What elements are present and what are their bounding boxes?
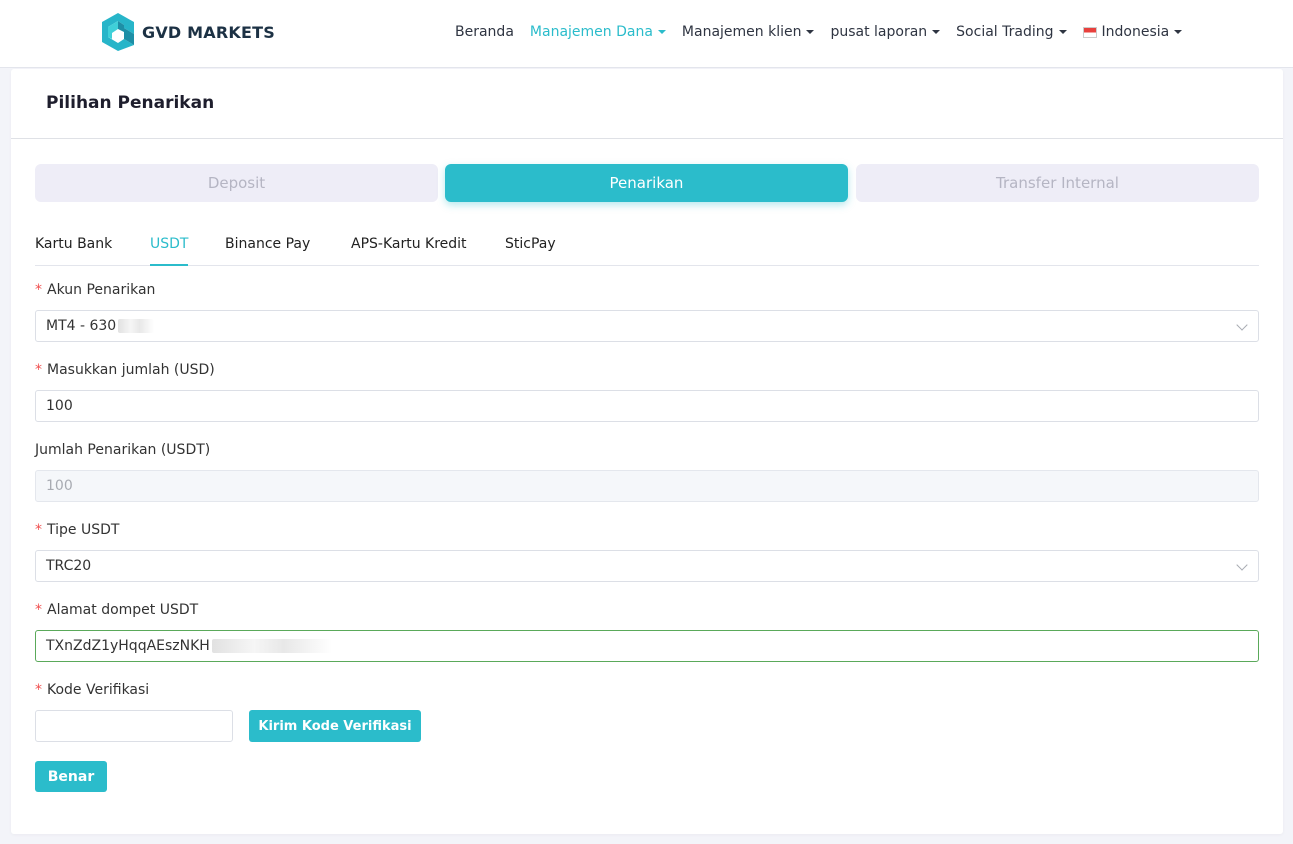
chevron-down-icon (1236, 319, 1248, 331)
amount-label: * Masukkan jumlah (USD) (35, 362, 215, 378)
language-selector[interactable]: Indonesia (1082, 24, 1183, 40)
usdt-type-label: * Tipe USDT (35, 522, 119, 538)
wallet-address-input[interactable]: TXnZdZ1yHqqAEszNKH (35, 630, 1259, 662)
card-divider (11, 138, 1283, 139)
account-label-text: Akun Penarikan (47, 282, 156, 298)
account-select-value: MT4 - 630 (46, 318, 117, 334)
withdraw-amount-label: Jumlah Penarikan (USDT) (35, 442, 211, 458)
verification-code-input[interactable] (35, 710, 233, 742)
nav-label: pusat laporan (830, 24, 928, 40)
brand-name: GVD MARKETS (142, 22, 275, 42)
caret-down-icon (1174, 30, 1183, 34)
nav-label: Beranda (455, 24, 514, 40)
account-select[interactable]: MT4 - 630 (35, 310, 1259, 342)
send-verification-code-button[interactable]: Kirim Kode Verifikasi (249, 710, 421, 742)
redacted-mask (118, 319, 155, 333)
required-marker: * (35, 682, 42, 698)
amount-label-text: Masukkan jumlah (USD) (47, 362, 215, 378)
top-navbar: GVD MARKETS Beranda Manajemen Dana Manaj… (0, 0, 1293, 68)
withdraw-amount-field: 100 (35, 470, 1259, 502)
tab-aps-kartu-kredit[interactable]: APS-Kartu Kredit (351, 229, 467, 266)
required-marker: * (35, 282, 42, 298)
gvd-logo-icon (102, 13, 134, 51)
wallet-address-value: TXnZdZ1yHqqAEszNKH (46, 638, 210, 654)
amount-input[interactable]: 100 (35, 390, 1259, 422)
language-label: Indonesia (1101, 24, 1170, 40)
verification-code-label-text: Kode Verifikasi (47, 682, 150, 698)
payment-method-tabs: Kartu Bank USDT Binance Pay APS-Kartu Kr… (35, 229, 1259, 266)
required-marker: * (35, 602, 42, 618)
main-nav: Beranda Manajemen Dana Manajemen klien p… (455, 0, 1183, 64)
page-title: Pilihan Penarikan (46, 93, 215, 113)
amount-input-value: 100 (46, 398, 73, 414)
account-label: * Akun Penarikan (35, 282, 155, 298)
tab-kartu-bank[interactable]: Kartu Bank (35, 229, 112, 266)
required-marker: * (35, 522, 42, 538)
verification-code-label: * Kode Verifikasi (35, 682, 149, 698)
nav-item-beranda[interactable]: Beranda (455, 24, 514, 40)
tab-sticpay[interactable]: SticPay (505, 229, 556, 266)
wallet-label: * Alamat dompet USDT (35, 602, 198, 618)
caret-down-icon (932, 30, 941, 34)
tab-usdt[interactable]: USDT (150, 229, 189, 266)
tab-binance-pay[interactable]: Binance Pay (225, 229, 310, 266)
internal-transfer-button[interactable]: Transfer Internal (856, 164, 1259, 202)
nav-item-social-trading[interactable]: Social Trading (956, 24, 1067, 40)
nav-item-manajemen-dana[interactable]: Manajemen Dana (530, 24, 666, 40)
usdt-type-label-text: Tipe USDT (47, 522, 120, 538)
withdraw-amount-value: 100 (46, 478, 73, 494)
usdt-type-select-value: TRC20 (46, 558, 92, 574)
nav-item-pusat-laporan[interactable]: pusat laporan (830, 24, 941, 40)
chevron-down-icon (1236, 559, 1248, 571)
submit-button[interactable]: Benar (35, 761, 107, 792)
withdrawal-button[interactable]: Penarikan (445, 164, 848, 202)
caret-down-icon (1058, 30, 1067, 34)
usdt-type-select[interactable]: TRC20 (35, 550, 1259, 582)
deposit-button[interactable]: Deposit (35, 164, 438, 202)
required-marker: * (35, 362, 42, 378)
brand-logo[interactable]: GVD MARKETS (100, 12, 275, 52)
nav-label: Manajemen Dana (529, 24, 653, 40)
withdrawal-card: Pilihan Penarikan Deposit Penarikan Tran… (11, 69, 1283, 834)
redacted-mask (211, 639, 332, 653)
wallet-label-text: Alamat dompet USDT (47, 602, 199, 618)
nav-label: Social Trading (956, 24, 1054, 40)
nav-item-manajemen-klien[interactable]: Manajemen klien (682, 24, 815, 40)
caret-down-icon (806, 30, 815, 34)
caret-down-icon (657, 30, 666, 34)
nav-label: Manajemen klien (681, 24, 802, 40)
indonesia-flag-icon (1082, 26, 1097, 38)
